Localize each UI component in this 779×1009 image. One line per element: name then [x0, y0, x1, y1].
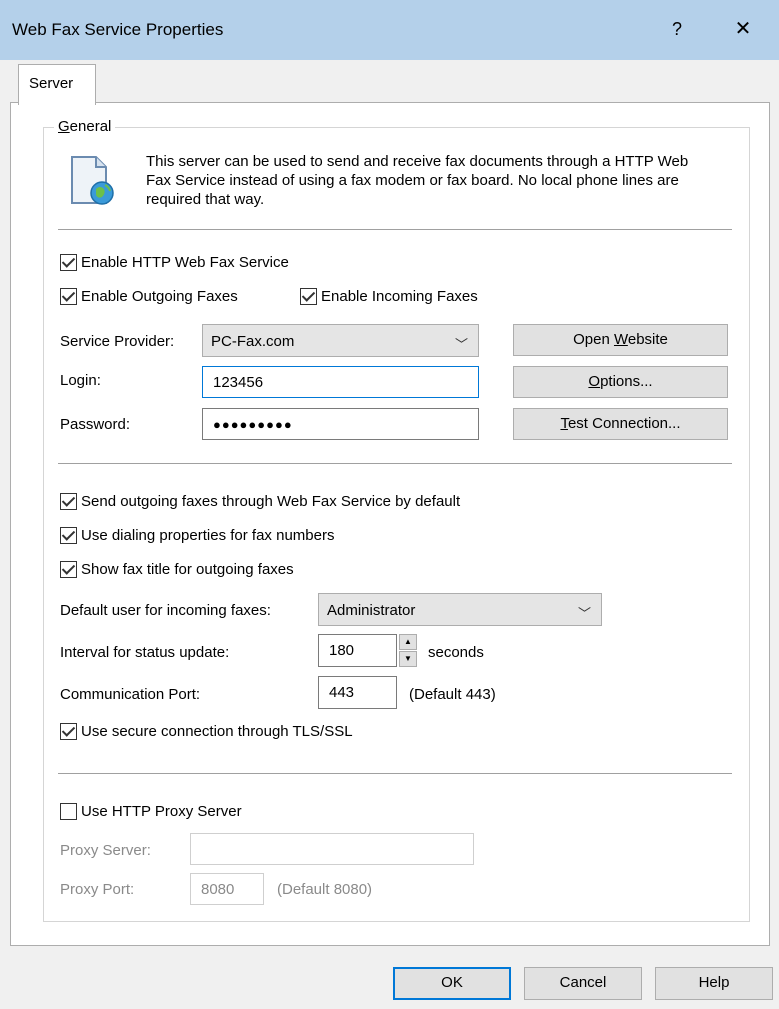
port-label: Communication Port: [60, 686, 201, 703]
enable-incoming-label: Enable Incoming Faxes [321, 288, 478, 305]
proxy-server-label: Proxy Server: [60, 842, 151, 859]
checkbox-box[interactable] [60, 288, 77, 305]
use-proxy-label: Use HTTP Proxy Server [81, 803, 242, 820]
port-input[interactable]: 443 [318, 676, 397, 709]
port-value: 443 [329, 684, 355, 701]
use-proxy-checkbox[interactable]: Use HTTP Proxy Server [60, 803, 242, 820]
checkbox-box[interactable] [60, 527, 77, 544]
default-user-value: Administrator [327, 602, 416, 619]
secure-tls-label: Use secure connection through TLS/SSL [81, 723, 353, 740]
service-provider-value: PC-Fax.com [211, 333, 295, 350]
ok-button[interactable]: OK [393, 967, 511, 1000]
show-title-checkbox[interactable]: Show fax title for outgoing faxes [60, 561, 294, 578]
interval-unit: seconds [428, 644, 484, 661]
separator [58, 463, 732, 464]
fax-document-globe-icon [66, 155, 118, 207]
window-title: Web Fax Service Properties [12, 20, 224, 39]
test-connection-button[interactable]: Test Connection... [513, 408, 728, 440]
checkbox-box[interactable] [60, 493, 77, 510]
login-value: 123456 [213, 374, 264, 391]
enable-outgoing-checkbox[interactable]: Enable Outgoing Faxes [60, 288, 238, 305]
login-input[interactable]: 123456 [202, 366, 479, 398]
enable-outgoing-label: Enable Outgoing Faxes [81, 288, 238, 305]
separator [58, 229, 732, 230]
help-title-button[interactable]: ? [665, 14, 689, 44]
tab-server[interactable]: Server [18, 64, 96, 105]
default-user-label: Default user for incoming faxes: [60, 602, 271, 619]
use-dialing-label: Use dialing properties for fax numbers [81, 527, 335, 544]
proxy-port-input[interactable]: 8080 [190, 873, 264, 905]
enable-http-checkbox[interactable]: Enable HTTP Web Fax Service [60, 254, 289, 271]
chevron-down-icon: ﹀ [454, 337, 468, 352]
secure-tls-checkbox[interactable]: Use secure connection through TLS/SSL [60, 723, 353, 740]
password-label: Password: [60, 416, 131, 433]
enable-incoming-checkbox[interactable]: Enable Incoming Faxes [300, 288, 478, 305]
enable-http-label: Enable HTTP Web Fax Service [81, 254, 289, 271]
general-description: This server can be used to send and rece… [146, 153, 689, 208]
proxy-port-value: 8080 [201, 881, 235, 898]
proxy-port-label: Proxy Port: [60, 881, 135, 898]
checkbox-box[interactable] [60, 803, 77, 820]
interval-value: 180 [329, 642, 355, 659]
send-default-label: Send outgoing faxes through Web Fax Serv… [81, 493, 461, 510]
interval-spinner[interactable]: ▲ ▼ [399, 634, 417, 667]
checkbox-box[interactable] [60, 561, 77, 578]
show-title-label: Show fax title for outgoing faxes [81, 561, 294, 578]
help-button[interactable]: Help [655, 967, 773, 1000]
interval-input[interactable]: 180 [318, 634, 397, 667]
login-label: Login: [60, 372, 101, 389]
chevron-down-icon: ﹀ [577, 606, 591, 621]
checkbox-box[interactable] [300, 288, 317, 305]
proxy-server-input[interactable] [190, 833, 474, 865]
proxy-port-hint: (Default 8080) [277, 881, 373, 898]
default-user-dropdown[interactable]: Administrator ﹀ [318, 593, 602, 626]
checkbox-box[interactable] [60, 723, 77, 740]
password-input[interactable]: ●●●●●●●●● [202, 408, 479, 440]
service-provider-dropdown[interactable]: PC-Fax.com ﹀ [202, 324, 479, 357]
general-group-label: General [54, 118, 116, 135]
password-value: ●●●●●●●●● [213, 417, 293, 432]
options-button[interactable]: Options... [513, 366, 728, 398]
checkbox-box[interactable] [60, 254, 77, 271]
spin-down-icon[interactable]: ▼ [399, 651, 417, 667]
tab-server-label: Server [29, 75, 74, 92]
service-provider-label: Service Provider: [60, 333, 175, 350]
spin-up-icon[interactable]: ▲ [399, 634, 417, 650]
cancel-button[interactable]: Cancel [524, 967, 642, 1000]
open-website-button[interactable]: Open Website [513, 324, 728, 356]
separator [58, 773, 732, 774]
send-default-checkbox[interactable]: Send outgoing faxes through Web Fax Serv… [60, 493, 460, 510]
use-dialing-checkbox[interactable]: Use dialing properties for fax numbers [60, 527, 334, 544]
port-hint: (Default 443) [409, 686, 496, 703]
close-icon[interactable]: ✕ [728, 14, 758, 44]
interval-label: Interval for status update: [60, 644, 230, 661]
